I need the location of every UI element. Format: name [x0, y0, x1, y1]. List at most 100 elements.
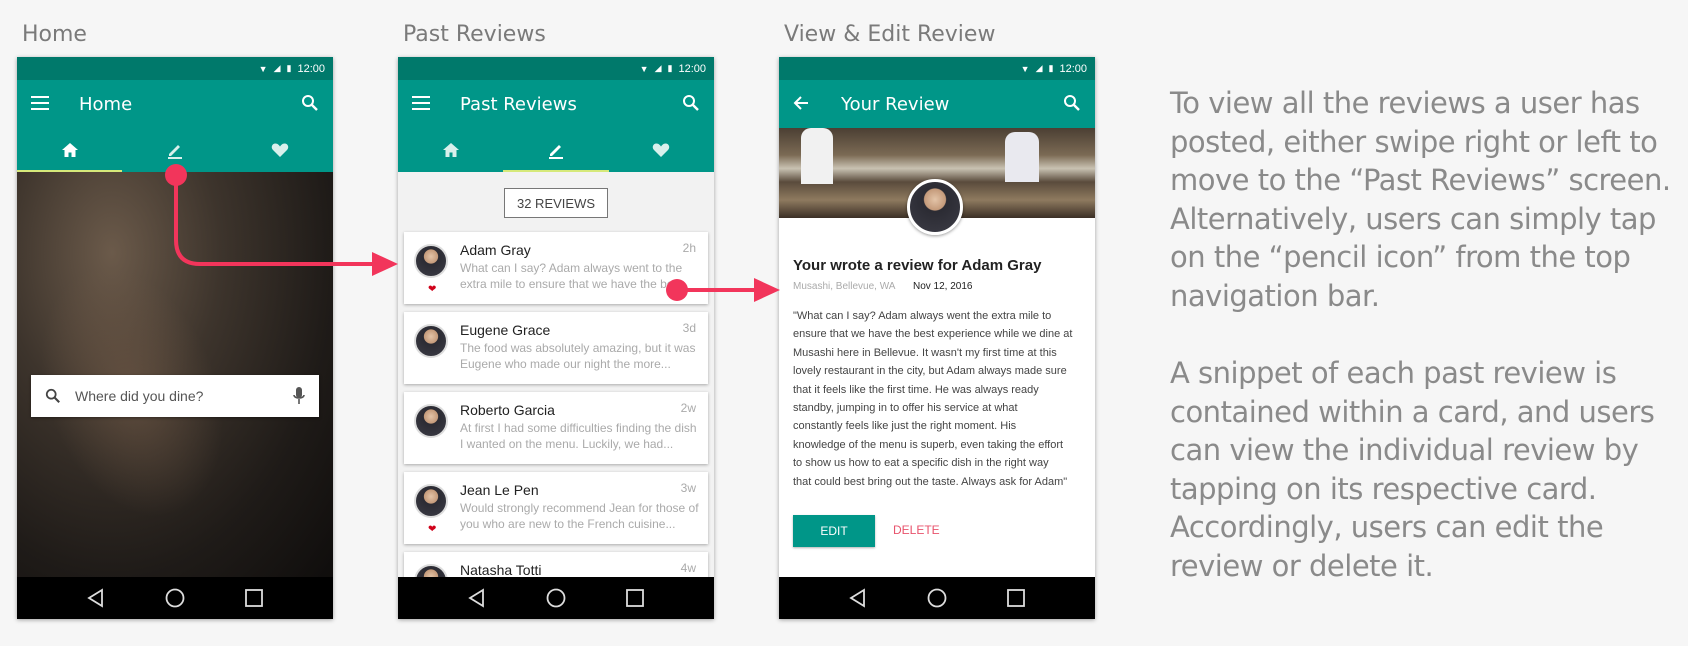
system-nav-bar [398, 577, 714, 619]
tab-bar [398, 128, 714, 172]
review-time: 2w [680, 401, 696, 415]
search-icon [45, 388, 60, 403]
wifi-icon: ▼ [1020, 63, 1030, 74]
page-title: Past Reviews [460, 93, 577, 115]
heart-icon [272, 143, 289, 157]
review-time: 4w [680, 561, 696, 575]
search-icon[interactable] [682, 94, 700, 117]
review-body-line: knowledge of the menu is superb, even ta… [793, 438, 1064, 451]
review-body-line: to show us how to eat a specific dish in… [793, 457, 1049, 470]
review-time: 3w [680, 481, 696, 495]
description-paragraph-1: To view all the reviews a user has poste… [1170, 86, 1671, 313]
screen-title-home: Home [22, 22, 87, 47]
heart-icon: ❤ [428, 524, 437, 535]
menu-icon[interactable] [412, 95, 432, 113]
app-bar: Past Reviews [398, 80, 714, 128]
tab-reviews[interactable] [122, 128, 227, 172]
phone-home: ▼ ◢ ▮ 12:00 Home Where did you dine? [17, 57, 333, 619]
mic-icon[interactable] [293, 387, 305, 405]
home-icon [61, 143, 78, 157]
signal-icon: ◢ [273, 63, 281, 73]
nav-recents-icon[interactable] [243, 587, 265, 609]
review-card[interactable]: Roberto Garcia 2w At first I had some di… [404, 392, 708, 464]
reviewer-name: Adam Gray [460, 242, 531, 258]
review-body-line: standby, jumping in to offer his service… [793, 402, 1018, 415]
reviewer-name: Jean Le Pen [460, 482, 539, 498]
home-icon [442, 143, 459, 157]
reviewer-name: Natasha Totti [460, 562, 542, 578]
review-body-line: lovely restaurant in the city, but Adam … [793, 365, 1067, 378]
nav-home-icon[interactable] [926, 587, 948, 609]
wifi-icon: ▼ [258, 63, 268, 74]
tab-bar [17, 128, 333, 172]
battery-icon: ▮ [286, 63, 292, 73]
review-body-line: ensure that we have the best experience … [793, 328, 1073, 341]
review-count-button[interactable]: 32 REVIEWS [504, 188, 608, 218]
review-body: "What can I say? Adam always went the ex… [793, 307, 1083, 491]
screen-title-view-edit: View & Edit Review [784, 22, 996, 47]
page-title: Home [79, 93, 133, 115]
status-time: 12:00 [1059, 62, 1087, 75]
review-list: 32 REVIEWS Adam Gray 2h What can I say? … [398, 172, 714, 619]
description-paragraph-2: A snippet of each past review is contain… [1170, 356, 1655, 583]
nav-home-icon[interactable] [545, 587, 567, 609]
edit-button[interactable]: EDIT [793, 515, 875, 547]
review-snippet: At first I had some difficulties finding… [460, 421, 697, 451]
heart-icon [653, 143, 670, 157]
wifi-icon: ▼ [639, 63, 649, 74]
review-card[interactable]: Eugene Grace 3d The food was absolutely … [404, 312, 708, 384]
status-time: 12:00 [678, 62, 706, 75]
search-bar[interactable]: Where did you dine? [31, 375, 319, 417]
avatar [414, 244, 448, 278]
search-input[interactable]: Where did you dine? [75, 388, 293, 404]
review-snippet: What can I say? Adam always went to the … [460, 261, 683, 291]
battery-icon: ▮ [667, 63, 673, 73]
reviewer-name: Roberto Garcia [460, 402, 555, 418]
tab-home[interactable] [398, 128, 503, 172]
phone-past-reviews: ▼ ◢ ▮ 12:00 Past Reviews 32 REVIEWS Adam… [398, 57, 714, 619]
status-bar: ▼ ◢ ▮ 12:00 [398, 57, 714, 80]
nav-home-icon[interactable] [164, 587, 186, 609]
tab-home[interactable] [17, 128, 123, 172]
reviewer-name: Eugene Grace [460, 322, 551, 338]
review-body-line: Musashi here in Bellevue. It wasn't my f… [793, 346, 1057, 359]
review-snippet: The food was absolutely amazing, but it … [460, 341, 696, 371]
delete-button[interactable]: DELETE [893, 523, 940, 537]
menu-icon[interactable] [31, 95, 51, 113]
review-body-line: that it feels like the first time. He wa… [793, 383, 1039, 396]
heart-icon: ❤ [428, 284, 437, 295]
search-icon[interactable] [1063, 94, 1081, 117]
tab-favorites[interactable] [609, 128, 714, 172]
status-bar: ▼ ◢ ▮ 12:00 [779, 57, 1095, 80]
nav-recents-icon[interactable] [1005, 587, 1027, 609]
signal-icon: ◢ [1035, 63, 1043, 73]
review-date: Nov 12, 2016 [913, 281, 973, 292]
nav-back-icon[interactable] [847, 587, 869, 609]
nav-back-icon[interactable] [466, 587, 488, 609]
review-time: 2h [682, 241, 696, 255]
app-bar: Home [17, 80, 333, 128]
tab-reviews[interactable] [503, 128, 609, 172]
review-card[interactable]: Adam Gray 2h What can I say? Adam always… [404, 232, 708, 304]
review-body-line: that could best bring out the taste. Alw… [793, 475, 1068, 488]
pencil-icon [167, 145, 182, 159]
review-body-line: "What can I say? Adam always went the ex… [793, 310, 1052, 322]
review-body-line: constantly feels like just the right mom… [793, 420, 1017, 433]
page-title: Your Review [841, 93, 950, 115]
review-card[interactable]: Jean Le Pen 3w Would strongly recommend … [404, 472, 708, 544]
back-arrow-icon[interactable] [793, 95, 813, 114]
nav-back-icon[interactable] [85, 587, 107, 609]
nav-recents-icon[interactable] [624, 587, 646, 609]
search-icon[interactable] [301, 94, 319, 117]
avatar [414, 404, 448, 438]
review-heading: Your wrote a review for Adam Gray [793, 257, 1042, 274]
review-location: Musashi, Bellevue, WA [793, 281, 896, 292]
battery-icon: ▮ [1048, 63, 1054, 73]
tab-favorites[interactable] [228, 128, 333, 172]
avatar [907, 179, 963, 235]
system-nav-bar [779, 577, 1095, 619]
system-nav-bar [17, 577, 333, 619]
screen-title-past-reviews: Past Reviews [403, 22, 546, 47]
review-time: 3d [682, 321, 696, 335]
app-bar: Your Review [779, 80, 1095, 128]
